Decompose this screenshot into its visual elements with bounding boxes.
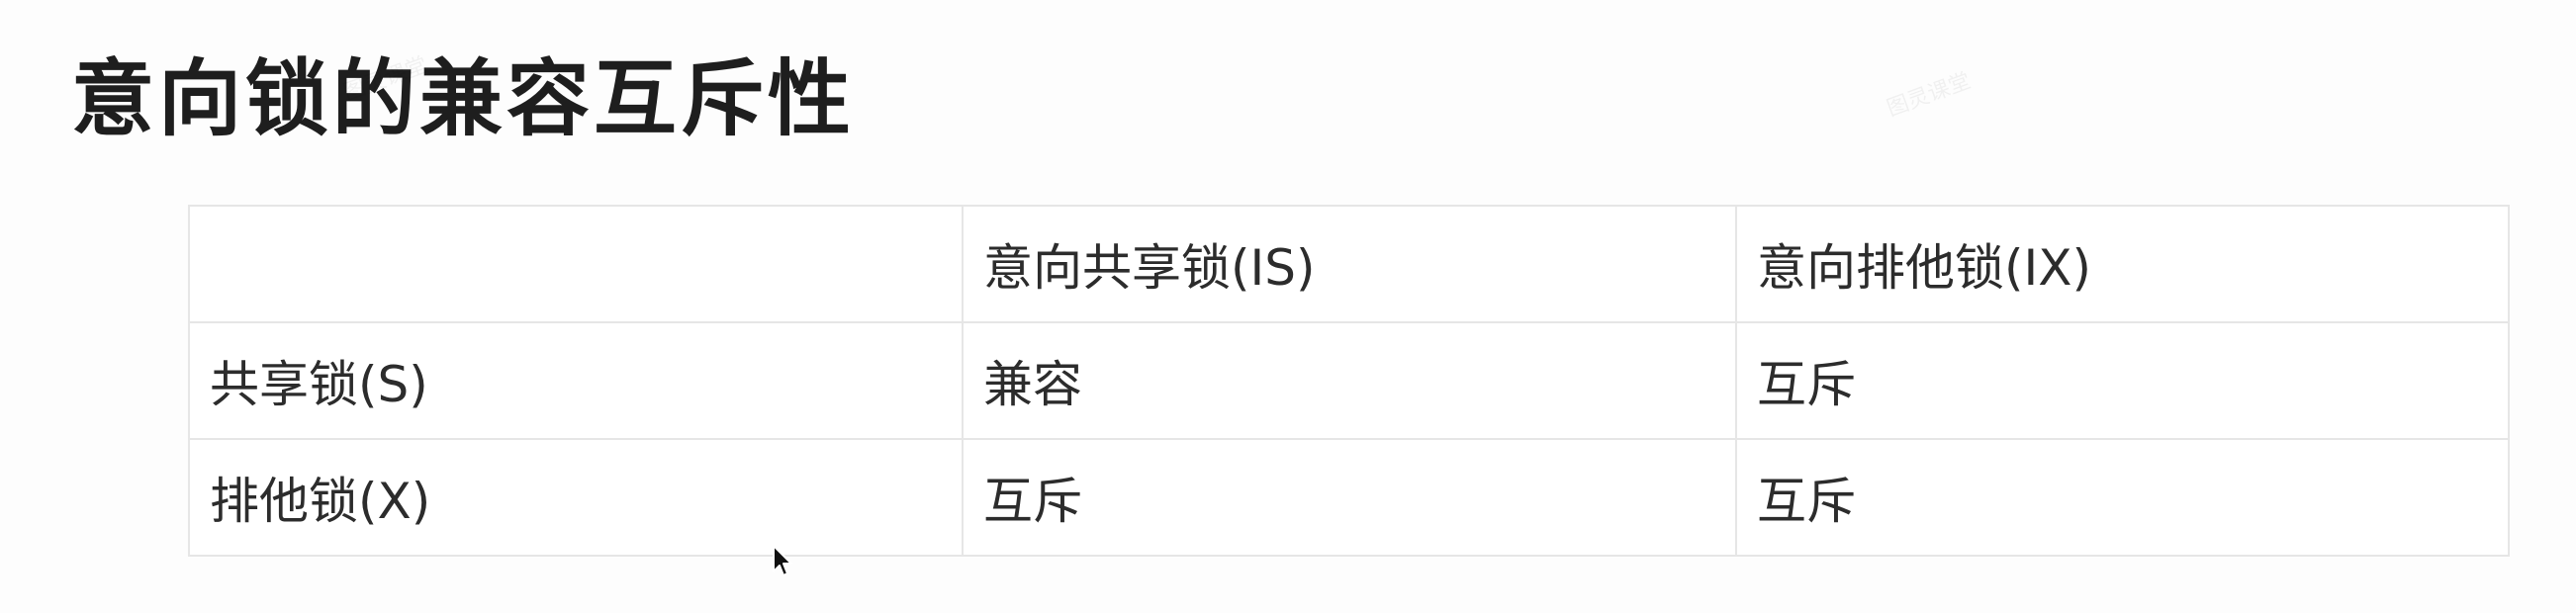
compatibility-table: 意向共享锁(IS) 意向排他锁(IX) 共享锁(S) 兼容 互斥 排他锁(X) … — [188, 205, 2510, 557]
table-row: 共享锁(S) 兼容 互斥 — [188, 321, 2510, 440]
header-cell-ix: 意向排他锁(IX) — [1735, 205, 2510, 323]
watermark: 图灵课堂 — [1884, 68, 1975, 123]
table-row: 排他锁(X) 互斥 互斥 — [188, 438, 2510, 557]
row-label-x: 排他锁(X) — [188, 438, 964, 557]
table-header-row: 意向共享锁(IS) 意向排他锁(IX) — [188, 205, 2510, 323]
table-cell: 互斥 — [1735, 321, 2510, 440]
table-cell: 互斥 — [1735, 438, 2510, 557]
table-cell: 互斥 — [962, 438, 1737, 557]
table-cell: 兼容 — [962, 321, 1737, 440]
mouse-pointer-icon — [773, 545, 792, 576]
table-corner-cell — [188, 205, 964, 323]
page-title: 意向锁的兼容互斥性 — [71, 50, 856, 147]
row-label-s: 共享锁(S) — [188, 321, 964, 440]
header-cell-is: 意向共享锁(IS) — [962, 205, 1737, 323]
